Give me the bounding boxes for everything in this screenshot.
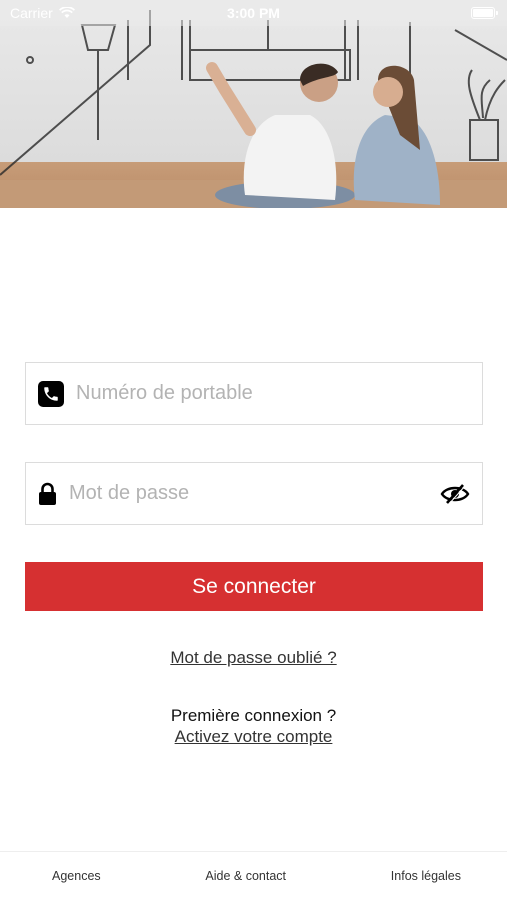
forgot-password-link[interactable]: Mot de passe oublié ? xyxy=(170,648,336,667)
tab-infos-legales[interactable]: Infos légales xyxy=(391,869,461,883)
first-login-question: Première connexion ? xyxy=(170,706,337,725)
password-field[interactable] xyxy=(25,462,483,525)
wifi-icon xyxy=(58,7,75,18)
login-button[interactable]: Se connecter xyxy=(25,562,483,611)
hero-illustration xyxy=(0,10,507,208)
bottom-tab-bar: Agences Aide & contact Infos légales xyxy=(0,851,507,900)
tab-agences[interactable]: Agences xyxy=(52,869,101,883)
battery-icon xyxy=(471,7,498,19)
phone-icon xyxy=(38,380,64,407)
activate-row: Activez votre compte xyxy=(0,727,507,747)
activate-account-link[interactable]: Activez votre compte xyxy=(175,727,333,746)
password-input[interactable] xyxy=(69,463,440,524)
eye-slash-icon[interactable] xyxy=(440,483,470,505)
phone-field[interactable] xyxy=(25,362,483,425)
lock-icon xyxy=(38,482,57,506)
carrier-label: Carrier xyxy=(10,5,53,21)
hero-image xyxy=(0,0,507,208)
status-bar: Carrier 3:00 PM xyxy=(0,0,507,26)
tab-aide-contact[interactable]: Aide & contact xyxy=(205,869,286,883)
status-time: 3:00 PM xyxy=(227,5,280,21)
status-left: Carrier xyxy=(10,5,75,21)
forgot-password-row: Mot de passe oublié ? xyxy=(0,648,507,668)
phone-input[interactable] xyxy=(76,363,482,424)
